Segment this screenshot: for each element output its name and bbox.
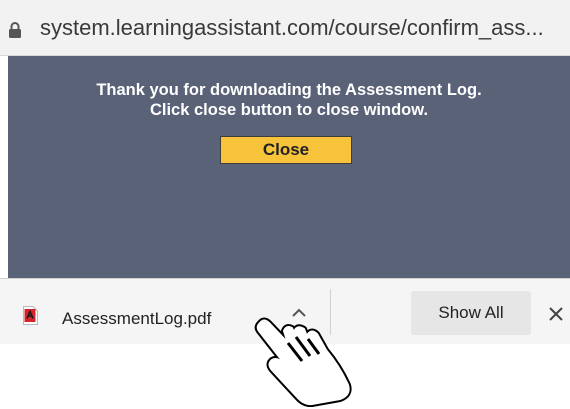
thank-you-message: Thank you for downloading the Assessment…: [8, 80, 570, 120]
download-file-name[interactable]: AssessmentLog.pdf: [62, 309, 211, 329]
hand-pointer-icon: [254, 317, 352, 407]
lock-icon: [9, 22, 21, 38]
close-button[interactable]: Close: [220, 136, 352, 164]
message-line-2: Click close button to close window.: [149, 101, 429, 119]
show-all-button[interactable]: Show All: [411, 291, 531, 335]
page-content: Thank you for downloading the Assessment…: [8, 56, 570, 278]
close-icon[interactable]: [548, 306, 564, 322]
message-line-1: Thank you for downloading the Assessment…: [96, 81, 482, 99]
address-bar[interactable]: system.learningassistant.com/course/conf…: [0, 0, 570, 56]
url-text[interactable]: system.learningassistant.com/course/conf…: [40, 15, 544, 41]
pdf-icon: [23, 306, 38, 325]
